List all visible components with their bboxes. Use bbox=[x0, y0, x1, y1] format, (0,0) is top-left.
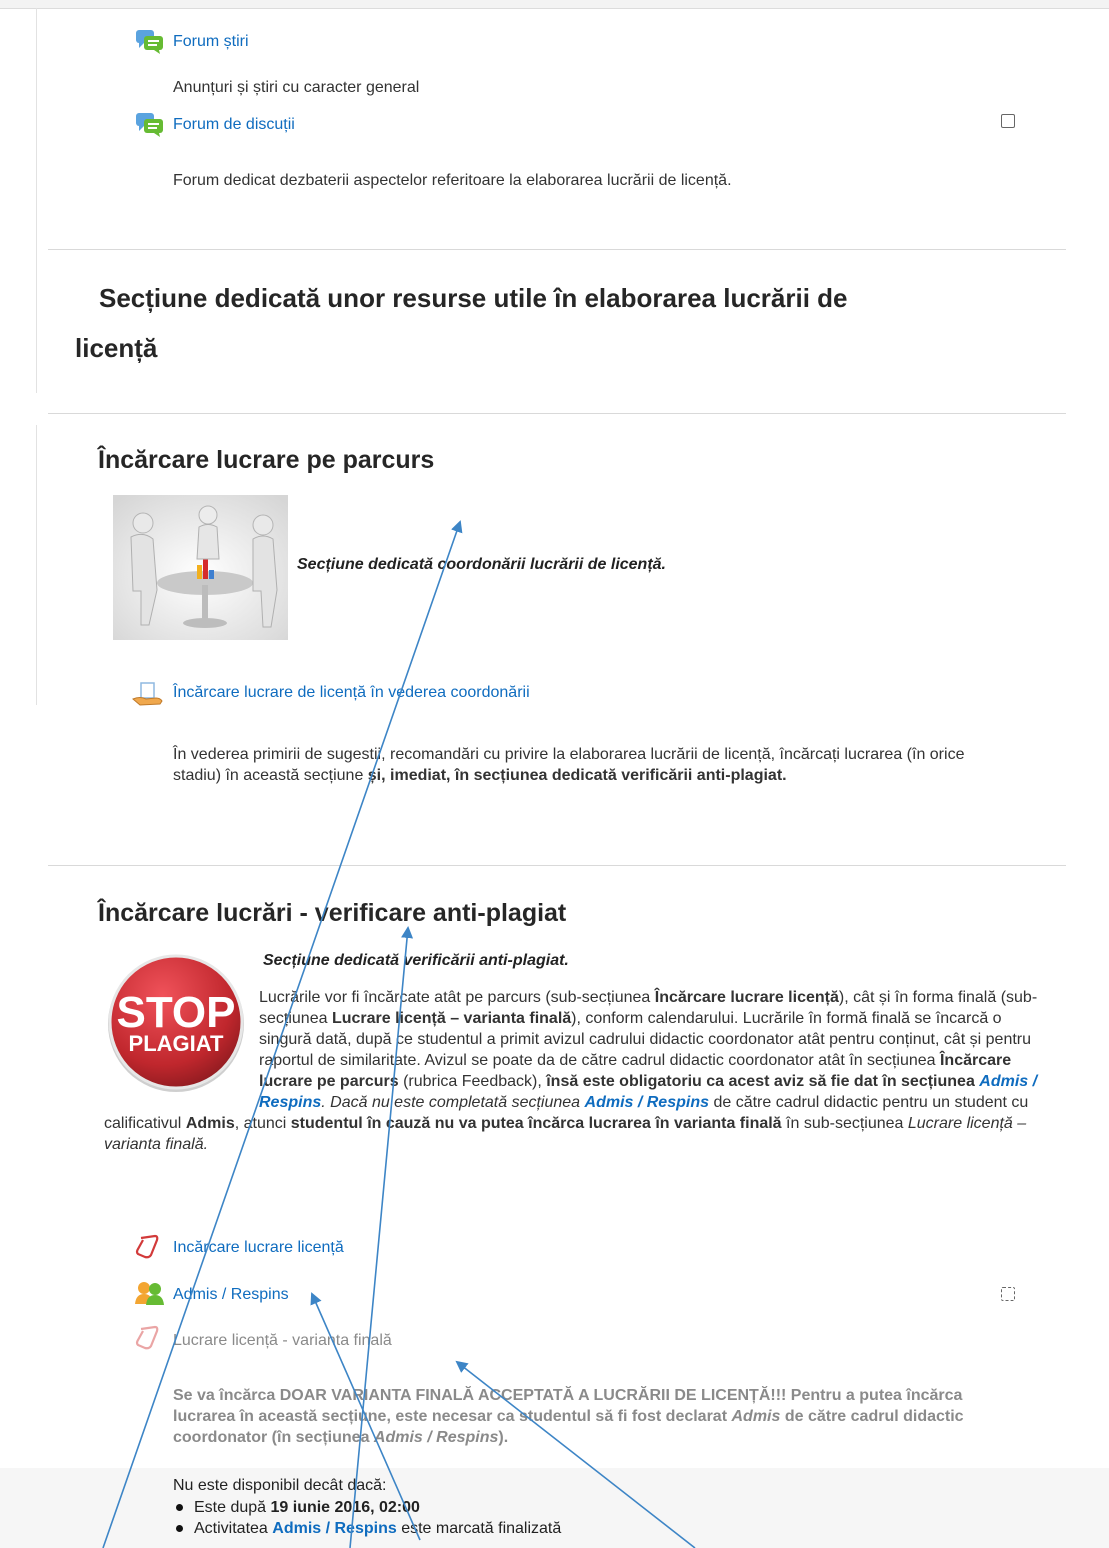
plag-text: (rubrica Feedback), bbox=[398, 1073, 547, 1090]
plag-text-bold: însă este obligatoriu ca acest aviz să f… bbox=[546, 1073, 980, 1090]
assignment-upload-coordination-link[interactable]: Încărcare lucrare de licență în vederea … bbox=[173, 684, 530, 702]
forum-discussion-description: Forum dedicat dezbaterii aspectelor refe… bbox=[173, 172, 732, 189]
activity-upload-thesis-link[interactable]: Incărcare lucrare licență bbox=[173, 1239, 344, 1257]
plag-text-bold: Încărcare lucrare licență bbox=[654, 989, 839, 1006]
completion-checkbox[interactable] bbox=[1001, 114, 1015, 128]
activity-final-thesis-label: Lucrare licență - varianta finală bbox=[173, 1332, 392, 1349]
section-title-line1: Secțiune dedicată unor resurse utile în … bbox=[99, 283, 848, 313]
turnitin-icon bbox=[135, 1234, 161, 1265]
section-divider bbox=[48, 249, 1066, 250]
top-bar bbox=[0, 0, 1109, 9]
section-divider bbox=[48, 865, 1066, 866]
section-plagiarism-title: Încărcare lucrări - verificare anti-plag… bbox=[98, 899, 567, 927]
admis-respins-inline-link[interactable]: Admis / Respins bbox=[585, 1094, 709, 1111]
plag-text: în sub-secțiunea bbox=[781, 1115, 908, 1132]
section-divider bbox=[48, 413, 1066, 414]
section-upload-title: Încărcare lucrare pe parcurs bbox=[98, 446, 435, 474]
completion-checkbox-manual[interactable] bbox=[1001, 1287, 1015, 1301]
restriction-text: este marcată finalizată bbox=[396, 1520, 562, 1537]
activity-admis-respins-link[interactable]: Admis / Respins bbox=[173, 1286, 289, 1304]
plag-text-bold: Admis bbox=[185, 1115, 235, 1132]
plag-text: , atunci bbox=[234, 1115, 291, 1132]
plag-text-bold: studentul în cauză nu va putea încărca l… bbox=[290, 1115, 782, 1132]
final-warn-italic: Admis / Respins bbox=[373, 1429, 499, 1446]
forum-news-link[interactable]: Forum știri bbox=[173, 33, 249, 51]
restriction-activity: Activitatea Admis / Respins este marcată… bbox=[173, 1518, 561, 1539]
feedback-people-icon bbox=[133, 1280, 167, 1311]
restriction-date: Este după 19 iunie 2016, 02:00 bbox=[173, 1497, 561, 1518]
logo-float-spacer bbox=[104, 987, 259, 1095]
forum-icon bbox=[135, 29, 165, 60]
section-plagiarism-tagline: Secțiune dedicată verificării anti-plagi… bbox=[263, 952, 569, 969]
restriction-text: Este după bbox=[194, 1499, 271, 1516]
forum-icon bbox=[135, 112, 165, 143]
section-upload-description: În vederea primirii de sugestii, recoman… bbox=[173, 744, 1008, 786]
availability-restrictions: Nu este disponibil decât dacă: Este după… bbox=[173, 1475, 561, 1539]
section-resources-title: Secțiune dedicată unor resurse utile în … bbox=[75, 273, 1075, 373]
upload-desc-bold: și, imediat, în secțiunea dedicată verif… bbox=[367, 767, 787, 784]
assignment-hand-icon bbox=[132, 681, 164, 712]
section-border bbox=[36, 425, 37, 705]
restriction-list: Este după 19 iunie 2016, 02:00 Activitat… bbox=[173, 1497, 561, 1539]
section-upload-tagline: Secțiune dedicată coordonării lucrării d… bbox=[297, 556, 666, 573]
section-title-line2: licență bbox=[75, 333, 158, 363]
final-warn-italic: Admis bbox=[731, 1408, 781, 1425]
restriction-text: Activitatea bbox=[194, 1520, 273, 1537]
final-warn-text: ). bbox=[498, 1429, 509, 1446]
meeting-image bbox=[113, 495, 288, 645]
forum-news-description: Anunțuri și știri cu caracter general bbox=[173, 79, 420, 96]
final-thesis-warning: Se va încărca DOAR VARIANTA FINALĂ ACCEP… bbox=[173, 1385, 1013, 1448]
section-plagiarism-text: Lucrările vor fi încărcate atât pe parcu… bbox=[104, 987, 1054, 1155]
restriction-admis-respins-link[interactable]: Admis / Respins bbox=[272, 1520, 396, 1537]
plag-text-bold: Lucrare licență – varianta finală bbox=[331, 1010, 572, 1027]
forum-discussion-link[interactable]: Forum de discuții bbox=[173, 116, 295, 134]
turnitin-icon-dimmed bbox=[135, 1325, 161, 1356]
plag-text-italic: . Dacă nu este completată secțiunea bbox=[321, 1094, 585, 1111]
plag-text: Lucrările vor fi încărcate atât pe parcu… bbox=[259, 989, 655, 1006]
section-border bbox=[36, 8, 37, 393]
restriction-date-value: 19 iunie 2016, 02:00 bbox=[270, 1499, 420, 1516]
restriction-intro: Nu este disponibil decât dacă: bbox=[173, 1477, 387, 1494]
